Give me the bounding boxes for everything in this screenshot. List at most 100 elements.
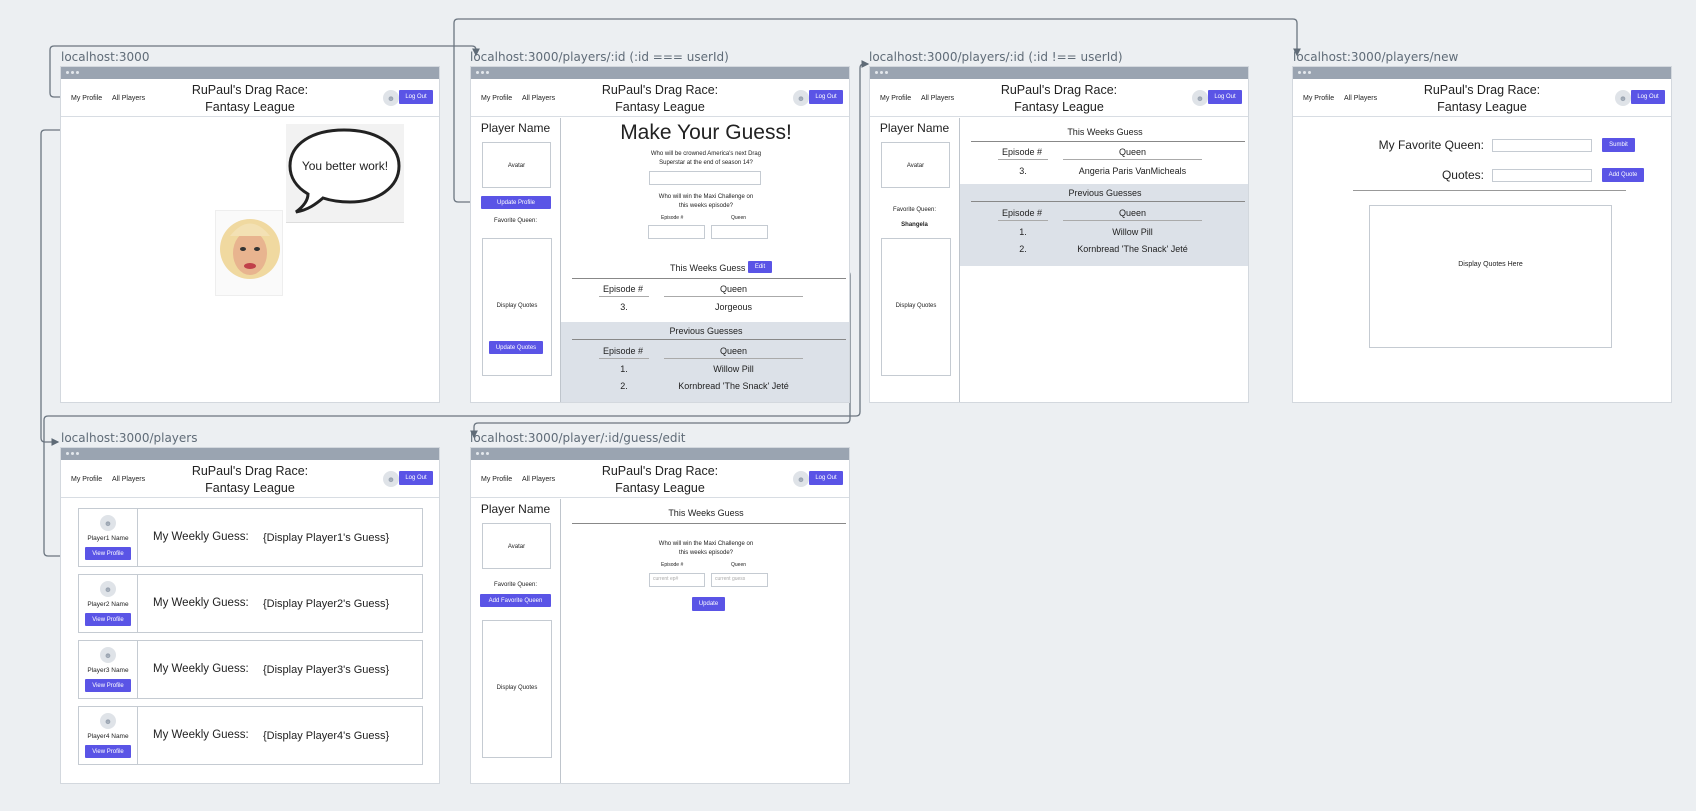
queen-label: Queen [731,562,747,568]
q1-text: Who will be crowned America's next Drag S… [561,150,849,168]
user-avatar-icon[interactable]: ☻ [383,471,399,487]
edit-guess-button[interactable]: Edit [748,261,772,273]
speech-bubble-image: You better work! [286,124,404,222]
logout-button[interactable]: Log Out [399,471,433,485]
nav-all-players[interactable]: All Players [921,95,954,102]
player-name: Player3 Name [87,667,129,674]
player-name: Player Name [879,121,950,135]
update-button[interactable]: Update [692,597,725,611]
update-quotes-button[interactable]: Update Quotes [489,341,543,354]
nav-all-players[interactable]: All Players [522,476,555,483]
row-queen: Willow Pill [713,364,754,374]
player-name: Player Name [480,121,551,135]
nav-all-players[interactable]: All Players [112,476,145,483]
weekly-guess-value: {Display Player2's Guess} [263,598,390,610]
nav-all-players[interactable]: All Players [522,95,555,102]
navbar: My Profile All Players RuPaul's Drag Rac… [471,460,849,498]
q2-line2: this weeks episode? [678,203,734,209]
col-episode: Episode # [603,346,644,356]
nav-my-profile[interactable]: My Profile [1303,95,1334,102]
weekly-guess-value: {Display Player3's Guess} [263,664,390,676]
row-queen: Kornbread 'The Snack' Jeté [678,381,789,391]
submit-button[interactable]: Sumbit [1602,138,1635,152]
weekly-guess-label: My Weekly Guess: [153,729,249,741]
frame-self-profile: My Profile All Players RuPaul's Drag Rac… [470,66,850,403]
col-queen: Queen [719,284,748,294]
divider [1063,159,1202,160]
this-week-heading: This Weeks Guess [1067,127,1143,137]
browser-chrome [471,448,849,460]
frame-guess-edit: My Profile All Players RuPaul's Drag Rac… [470,447,850,784]
user-avatar-icon[interactable]: ☻ [1615,90,1631,106]
divider [998,220,1048,221]
view-profile-button[interactable]: View Profile [85,547,131,560]
weekly-guess-label: My Weekly Guess: [153,531,249,543]
winner-guess-input[interactable] [649,171,761,185]
user-avatar-icon[interactable]: ☻ [1192,90,1208,106]
display-quotes-label: Display Quotes [496,303,538,309]
episode-placeholder: current ep# [653,576,679,582]
divider [1353,190,1626,191]
this-week-heading: This Weeks Guess [670,263,746,273]
logout-button[interactable]: Log Out [399,90,433,104]
queen-label: Queen [731,215,747,221]
logout-button[interactable]: Log Out [809,90,843,104]
episode-label: Episode # [661,215,684,221]
view-profile-button[interactable]: View Profile [85,745,131,758]
row-episode: 3. [1019,166,1027,176]
favorite-queen-input[interactable] [1492,139,1592,152]
row-episode: 2. [1019,244,1027,254]
divider [572,523,846,524]
col-queen: Queen [1118,208,1147,218]
add-quote-button[interactable]: Add Quote [1602,168,1644,182]
q-line2: this weeks episode? [678,550,734,556]
url-label-home: localhost:3000 [61,50,150,64]
q2-line1: Who will win the Maxi Challenge on [658,194,754,200]
col-queen: Queen [1118,147,1147,157]
queen-input[interactable]: current guess [711,573,768,587]
browser-chrome [61,67,439,79]
user-avatar-icon[interactable]: ☻ [383,90,399,106]
quotes-label: Quotes: [1441,168,1484,182]
nav-my-profile[interactable]: My Profile [481,476,512,483]
nav-my-profile[interactable]: My Profile [481,95,512,102]
row-episode: 1. [620,364,628,374]
url-label-edit: localhost:3000/player/:id/guess/edit [470,431,686,445]
navbar: My Profile All Players RuPaul's Drag Rac… [61,460,439,498]
logout-button[interactable]: Log Out [1208,90,1242,104]
favorite-queen-value: Shangela [901,222,928,228]
row-queen: Angeria Paris VanMicheals [1078,166,1187,176]
player-avatar-icon: ☻ [100,713,116,729]
nav-my-profile[interactable]: My Profile [71,95,102,102]
logout-button[interactable]: Log Out [809,471,843,485]
avatar-label: Avatar [906,163,925,169]
view-profile-button[interactable]: View Profile [85,679,131,692]
player-card: ☻ Player1 Name View Profile My Weekly Gu… [78,508,423,567]
player-name: Player4 Name [87,733,129,740]
user-avatar-icon[interactable]: ☻ [793,90,809,106]
nav-all-players[interactable]: All Players [1344,95,1377,102]
queen-placeholder: current guess [715,576,746,582]
rupaul-portrait-image [215,210,283,296]
nav-all-players[interactable]: All Players [112,95,145,102]
nav-my-profile[interactable]: My Profile [880,95,911,102]
frame-players-index: My Profile All Players RuPaul's Drag Rac… [60,447,440,784]
logout-button[interactable]: Log Out [1631,90,1665,104]
add-favorite-queen-button[interactable]: Add Favorite Queen [480,594,551,607]
previous-heading: Previous Guesses [1068,188,1142,198]
nav-my-profile[interactable]: My Profile [71,476,102,483]
update-profile-button[interactable]: Update Profile [481,196,551,209]
episode-input[interactable] [648,225,705,239]
divider [971,141,1245,142]
divider [664,358,803,359]
user-avatar-icon[interactable]: ☻ [793,471,809,487]
quote-input[interactable] [1492,169,1592,182]
weekly-guess-value: {Display Player4's Guess} [263,730,390,742]
url-label-index: localhost:3000/players [61,431,198,445]
card-divider [137,707,138,764]
queen-input[interactable] [711,225,768,239]
episode-input[interactable]: current ep# [649,573,705,587]
avatar-box: Avatar [482,523,551,569]
player-card: ☻ Player4 Name View Profile My Weekly Gu… [78,706,423,765]
view-profile-button[interactable]: View Profile [85,613,131,626]
